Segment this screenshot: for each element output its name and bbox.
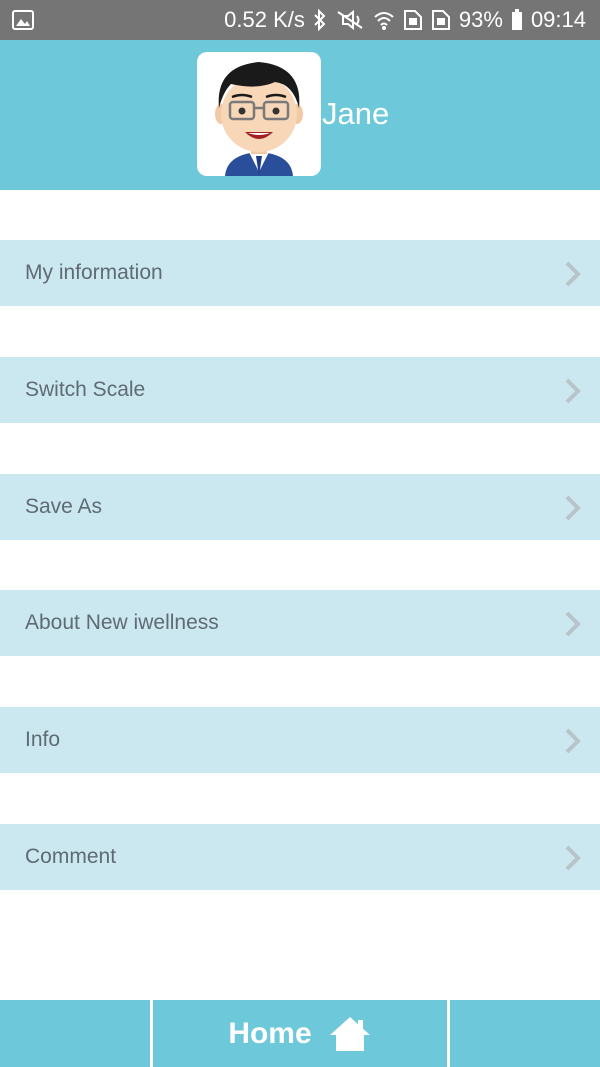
bluetooth-icon (313, 9, 327, 31)
battery-icon (511, 9, 523, 31)
menu-item-label: My information (25, 261, 163, 284)
chevron-right-icon (565, 261, 581, 287)
home-tab[interactable]: Home (153, 1000, 447, 1067)
clock: 09:14 (530, 7, 586, 32)
chevron-right-icon (565, 378, 581, 404)
mute-icon (335, 9, 365, 31)
bottom-nav-right-tab[interactable] (450, 1000, 600, 1067)
avatar[interactable] (197, 52, 321, 176)
chevron-right-icon (565, 495, 581, 521)
home-icon (329, 1016, 370, 1051)
wifi-icon (373, 9, 395, 31)
bottom-nav: Home (0, 1000, 600, 1067)
profile-name: Jane (322, 96, 390, 131)
chevron-right-icon (565, 845, 581, 871)
menu-item-save-as[interactable]: Save As (0, 474, 600, 540)
menu-item-info[interactable]: Info (0, 707, 600, 773)
menu-item-my-information[interactable]: My information (0, 240, 600, 306)
home-tab-label: Home (228, 1016, 312, 1050)
menu-item-comment[interactable]: Comment (0, 824, 600, 890)
sim2-icon (431, 9, 451, 31)
menu-item-label: Info (25, 728, 61, 751)
image-notification-icon (12, 10, 34, 30)
status-bar: 0.52 K/s 93% 09:14 (0, 0, 600, 40)
bottom-nav-left-tab[interactable] (0, 1000, 150, 1067)
menu-item-label: Switch Scale (25, 378, 146, 401)
menu-item-label: Save As (25, 495, 103, 518)
menu-item-label: About New iwellness (25, 611, 219, 634)
chevron-right-icon (565, 728, 581, 754)
sim1-icon (403, 9, 423, 31)
battery-percent: 93% (458, 7, 503, 32)
menu-item-switch-scale[interactable]: Switch Scale (0, 357, 600, 423)
profile-header: Jane (0, 40, 600, 190)
chevron-right-icon (565, 611, 581, 637)
menu-item-label: Comment (25, 845, 117, 868)
menu-item-about[interactable]: About New iwellness (0, 590, 600, 656)
cartoon-avatar-icon (215, 62, 303, 176)
network-speed: 0.52 K/s (224, 7, 305, 32)
